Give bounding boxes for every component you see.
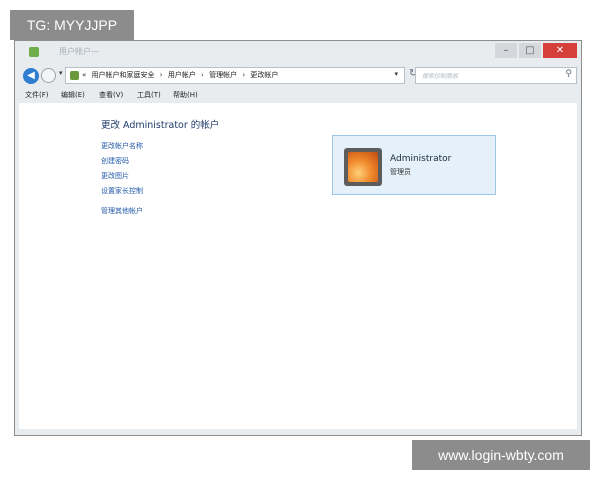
flower-picture-icon xyxy=(348,152,378,182)
breadcrumb-item-family-safety[interactable]: 用户帐户和家庭安全 xyxy=(92,71,155,79)
control-panel-window: 用户帐户— – □ ✕ ◀ ▾ « 用户帐户和家庭安全 › 用户帐户 › 管理帐… xyxy=(14,40,582,436)
menu-edit[interactable]: 编辑(E) xyxy=(61,90,85,100)
parental-controls-link[interactable]: 设置家长控制 xyxy=(101,186,143,196)
avatar xyxy=(344,148,382,186)
account-role: 管理员 xyxy=(390,168,411,176)
breadcrumb-separator[interactable]: › xyxy=(201,71,204,79)
menu-bar: 文件(F) 编辑(E) 查看(V) 工具(T) 帮助(H) xyxy=(15,87,581,103)
magnifier-icon: ⚲ xyxy=(565,69,572,79)
address-dropdown-button[interactable]: ▾ xyxy=(394,70,398,78)
arrow-left-icon: ◀ xyxy=(27,70,35,81)
control-panel-icon xyxy=(70,71,79,80)
breadcrumb-item-manage-accounts[interactable]: 管理帐户 xyxy=(209,71,237,79)
watermark-top: TG: MYYJJPP xyxy=(10,10,134,40)
manage-other-accounts-link[interactable]: 管理其他帐户 xyxy=(101,206,143,216)
forward-button[interactable] xyxy=(41,68,56,83)
app-icon xyxy=(29,47,39,57)
search-input[interactable]: 搜索控制面板 ⚲ xyxy=(415,67,577,84)
navigation-bar: ◀ ▾ « 用户帐户和家庭安全 › 用户帐户 › 管理帐户 › 更改帐户 ▾ ↻… xyxy=(15,65,581,87)
window-title: 用户帐户— xyxy=(59,47,99,56)
close-button[interactable]: ✕ xyxy=(543,43,577,58)
breadcrumb-separator[interactable]: › xyxy=(160,71,163,79)
page-title: 更改 Administrator 的帐户 xyxy=(101,120,220,131)
breadcrumb-item-user-accounts[interactable]: 用户帐户 xyxy=(168,71,196,79)
title-bar[interactable]: 用户帐户— – □ ✕ xyxy=(15,41,581,65)
menu-file[interactable]: 文件(F) xyxy=(25,90,49,100)
breadcrumb-overflow[interactable]: « xyxy=(82,71,86,79)
account-name: Administrator xyxy=(390,154,452,164)
window-controls: – □ ✕ xyxy=(495,43,577,59)
back-button[interactable]: ◀ xyxy=(23,68,39,84)
search-placeholder: 搜索控制面板 xyxy=(422,73,459,80)
breadcrumb-item-change-account[interactable]: 更改帐户 xyxy=(250,71,278,79)
address-field[interactable]: « 用户帐户和家庭安全 › 用户帐户 › 管理帐户 › 更改帐户 ▾ xyxy=(65,67,405,84)
breadcrumb: « 用户帐户和家庭安全 › 用户帐户 › 管理帐户 › 更改帐户 xyxy=(82,70,281,80)
change-account-name-link[interactable]: 更改帐户名称 xyxy=(101,141,143,151)
watermark-bottom: www.login-wbty.com xyxy=(412,440,590,470)
breadcrumb-separator[interactable]: › xyxy=(242,71,245,79)
maximize-button[interactable]: □ xyxy=(519,43,541,58)
change-picture-link[interactable]: 更改图片 xyxy=(101,171,129,181)
menu-help[interactable]: 帮助(H) xyxy=(173,90,198,100)
menu-view[interactable]: 查看(V) xyxy=(99,90,123,100)
content-pane: 更改 Administrator 的帐户 更改帐户名称 创建密码 更改图片 设置… xyxy=(19,103,577,429)
account-card: Administrator 管理员 xyxy=(332,135,496,195)
create-password-link[interactable]: 创建密码 xyxy=(101,156,129,166)
menu-tools[interactable]: 工具(T) xyxy=(137,90,161,100)
recent-pages-dropdown[interactable]: ▾ xyxy=(59,69,63,77)
minimize-button[interactable]: – xyxy=(495,43,517,58)
